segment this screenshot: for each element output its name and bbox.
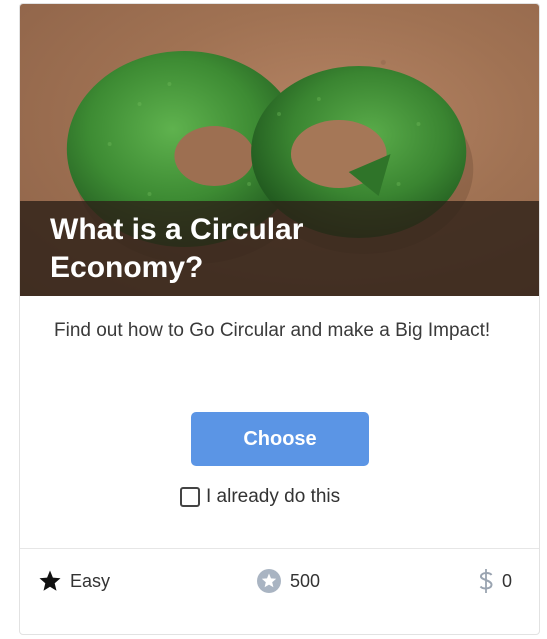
card-title: What is a Circular Economy? — [50, 213, 304, 284]
already-do-this-label: I already do this — [206, 486, 341, 507]
choose-button[interactable]: Choose — [191, 412, 369, 466]
difficulty-indicator: Easy — [38, 566, 110, 596]
cost-indicator: 0 — [478, 566, 512, 596]
already-do-this-toggle[interactable]: I already do this — [180, 484, 340, 510]
difficulty-label: Easy — [70, 570, 111, 591]
points-value: 500 — [290, 570, 321, 591]
card-description: Find out how to Go Circular and make a B… — [54, 320, 491, 341]
star-badge-icon — [256, 568, 282, 594]
footer-divider — [20, 548, 539, 549]
hero-image: What is a Circular Economy? — [20, 4, 539, 296]
action-card: What is a Circular Economy? Find out how… — [19, 3, 540, 635]
star-icon — [38, 569, 62, 593]
title-overlay: What is a Circular Economy? — [20, 201, 539, 296]
cost-value: 0 — [502, 570, 513, 591]
already-do-this-checkbox[interactable] — [180, 487, 200, 507]
points-indicator: 500 — [256, 566, 320, 596]
dollar-icon — [478, 568, 494, 594]
